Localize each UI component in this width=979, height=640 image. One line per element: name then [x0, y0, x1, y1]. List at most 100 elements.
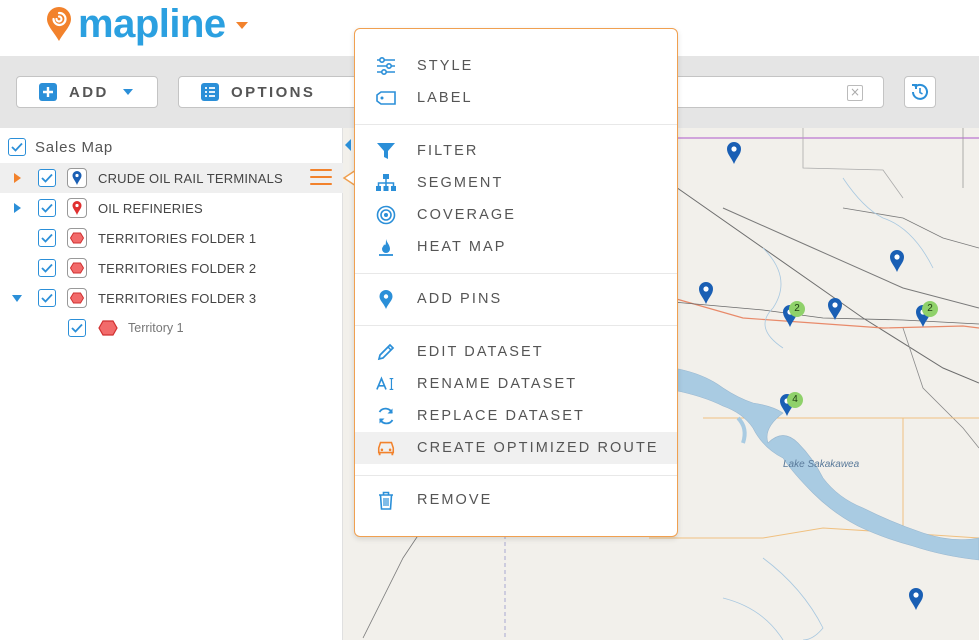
menu-item-rename-dataset[interactable]: RENAME DATASET: [355, 368, 677, 400]
menu-item-label: EDIT DATASET: [417, 344, 544, 360]
car-route-icon: [377, 441, 395, 456]
layer-row-territories-folder-2[interactable]: TERRITORIES FOLDER 2: [0, 253, 343, 283]
check-icon: [41, 293, 53, 303]
map-pin-icon[interactable]: [726, 142, 742, 164]
flame-icon: [379, 239, 393, 256]
trash-icon: [379, 491, 393, 510]
map-pin-icon[interactable]: [908, 588, 924, 610]
menu-item-create-optimized-route[interactable]: CREATE OPTIMIZED ROUTE: [355, 432, 677, 464]
menu-item-label-layer[interactable]: LABEL: [355, 82, 677, 114]
sliders-icon: [377, 57, 395, 75]
check-icon: [41, 233, 53, 243]
search-input[interactable]: ×: [668, 76, 884, 108]
menu-item-label: HEAT MAP: [417, 239, 507, 255]
plus-square-icon: [39, 83, 57, 101]
funnel-icon: [377, 143, 395, 159]
hierarchy-icon: [376, 174, 396, 191]
layer-label: TERRITORIES FOLDER 2: [98, 260, 257, 276]
checkbox[interactable]: [8, 138, 26, 156]
checkbox[interactable]: [38, 169, 56, 187]
cluster-count-badge: 2: [789, 301, 805, 317]
cluster-count-badge: 4: [787, 392, 803, 408]
menu-item-add-pins[interactable]: ADD PINS: [355, 283, 677, 315]
layer-row-oil-refineries[interactable]: OIL REFINERIES: [0, 193, 343, 223]
layer-row-territories-folder-3[interactable]: TERRITORIES FOLDER 3: [0, 283, 343, 313]
target-icon: [376, 205, 396, 225]
layer-label: OIL REFINERIES: [98, 200, 203, 216]
reset-view-button[interactable]: [904, 76, 936, 108]
layer-menu-button[interactable]: [310, 169, 332, 187]
checkbox[interactable]: [38, 259, 56, 277]
layer-row-crude-oil-rail-terminals[interactable]: CRUDE OIL RAIL TERMINALS: [0, 163, 343, 193]
menu-item-label: FILTER: [417, 143, 479, 159]
menu-item-edit-dataset[interactable]: EDIT DATASET: [355, 336, 677, 368]
brand-logo[interactable]: mapline: [44, 0, 248, 48]
add-button[interactable]: ADD: [16, 76, 158, 108]
map-pin-icon: [379, 289, 393, 309]
layer-row-territory-1[interactable]: Territory 1: [0, 313, 343, 343]
territory-hexagon-icon: [98, 320, 118, 336]
mapline-logo-icon: [47, 7, 71, 41]
check-icon: [41, 173, 53, 183]
territory-folder-icon: [67, 258, 87, 278]
menu-item-segment[interactable]: SEGMENT: [355, 167, 677, 199]
menu-item-style[interactable]: STYLE: [355, 50, 677, 82]
menu-item-heat-map[interactable]: HEAT MAP: [355, 231, 677, 263]
layer-label: TERRITORIES FOLDER 1: [98, 230, 257, 246]
menu-divider: [355, 475, 677, 476]
clear-search-icon[interactable]: ×: [847, 85, 863, 101]
menu-item-replace-dataset[interactable]: REPLACE DATASET: [355, 400, 677, 432]
refresh-icon: [378, 407, 394, 425]
chevron-down-icon: [122, 89, 133, 95]
add-button-label: ADD: [69, 83, 109, 101]
tag-icon: [376, 91, 396, 105]
chevron-down-icon[interactable]: [235, 22, 248, 30]
chevron-right-icon[interactable]: [12, 202, 22, 214]
chevron-down-icon[interactable]: [11, 293, 23, 303]
menu-item-label: REPLACE DATASET: [417, 408, 585, 424]
territory-folder-icon: [67, 288, 87, 308]
menu-item-filter[interactable]: FILTER: [355, 135, 677, 167]
layer-label: CRUDE OIL RAIL TERMINALS: [98, 170, 283, 186]
layer-context-menu: STYLE LABEL FILTER SEGMENT COVERAGE HEAT…: [354, 28, 678, 537]
map-name: Sales Map: [35, 138, 114, 156]
refresh-clock-icon: [912, 83, 928, 100]
menu-item-remove[interactable]: REMOVE: [355, 484, 677, 516]
rename-text-icon: [376, 376, 394, 391]
layer-label: Territory 1: [128, 321, 184, 335]
pin-layer-icon: [67, 198, 87, 218]
menu-divider: [355, 273, 677, 274]
checkbox[interactable]: [38, 199, 56, 217]
menu-item-label: STYLE: [417, 58, 474, 74]
check-icon: [41, 203, 53, 213]
map-root-row[interactable]: Sales Map: [0, 132, 343, 162]
menu-item-label: RENAME DATASET: [417, 376, 578, 392]
brand-name: mapline: [78, 2, 226, 46]
layers-panel: Sales Map CRUDE OIL RAIL TERMINALS OIL R…: [0, 128, 343, 640]
map-pin-icon[interactable]: [889, 250, 905, 272]
menu-divider: [355, 325, 677, 326]
menu-item-label: LABEL: [417, 90, 473, 106]
menu-item-label: REMOVE: [417, 492, 493, 508]
pin-layer-icon: [67, 168, 87, 188]
menu-item-label: CREATE OPTIMIZED ROUTE: [417, 440, 659, 456]
checkbox[interactable]: [38, 229, 56, 247]
options-button[interactable]: OPTIONS: [178, 76, 358, 108]
chevron-right-icon[interactable]: [12, 172, 22, 184]
checkbox[interactable]: [68, 319, 86, 337]
menu-item-label: COVERAGE: [417, 207, 516, 223]
map-pin-icon[interactable]: [698, 282, 714, 304]
menu-item-label: ADD PINS: [417, 291, 503, 307]
menu-divider: [355, 124, 677, 125]
check-icon: [71, 323, 83, 333]
check-icon: [41, 263, 53, 273]
menu-item-coverage[interactable]: COVERAGE: [355, 199, 677, 231]
lake-label: Lake Sakakawea: [783, 459, 860, 470]
pencil-icon: [377, 343, 395, 361]
layer-row-territories-folder-1[interactable]: TERRITORIES FOLDER 1: [0, 223, 343, 253]
map-pin-icon[interactable]: [827, 298, 843, 320]
options-button-label: OPTIONS: [231, 83, 316, 101]
check-icon: [11, 142, 23, 152]
checkbox[interactable]: [38, 289, 56, 307]
collapse-panel-icon[interactable]: [343, 138, 353, 152]
